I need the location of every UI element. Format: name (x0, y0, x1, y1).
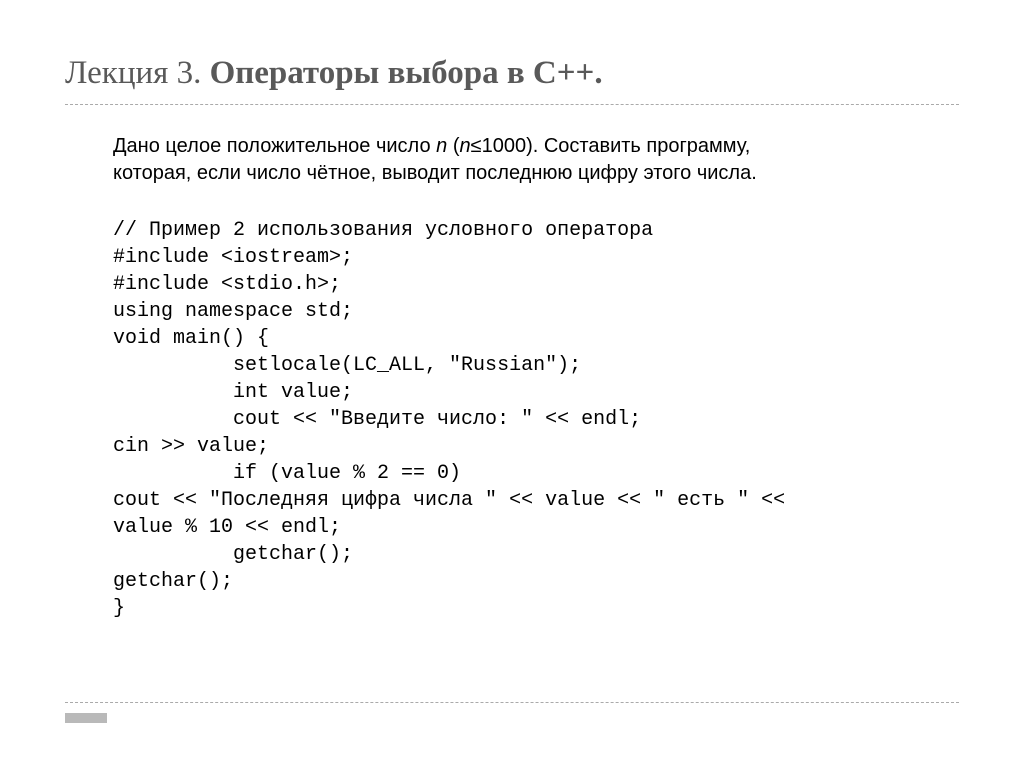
code-line-9: cin >> value; (113, 435, 269, 458)
code-block: // Пример 2 использования условного опер… (113, 217, 911, 622)
title-main: Операторы выбора в С++. (210, 55, 603, 91)
problem-text-3: ≤1000). Составить программу, (471, 135, 751, 157)
slide-title: Лекция 3. Операторы выбора в С++. (65, 55, 959, 105)
code-line-14: getchar(); (113, 570, 233, 593)
problem-statement: Дано целое положительное число n (n≤1000… (113, 133, 911, 187)
problem-text-4: которая, если число чётное, выводит посл… (113, 162, 757, 184)
code-line-13: getchar(); (113, 543, 353, 566)
problem-text-2: ( (447, 135, 459, 157)
code-line-3: #include <stdio.h>; (113, 273, 341, 296)
divider-bottom (65, 702, 959, 703)
title-prefix: Лекция 3. (65, 55, 210, 91)
code-line-11: cout << "Последняя цифра числа " << valu… (113, 489, 785, 512)
code-line-15: } (113, 597, 125, 620)
code-line-8: cout << "Введите число: " << endl; (113, 408, 641, 431)
code-line-2: #include <iostream>; (113, 246, 353, 269)
slide-content: Дано целое положительное число n (n≤1000… (65, 133, 959, 622)
code-line-4: using namespace std; (113, 300, 353, 323)
problem-var-n2: n (459, 135, 470, 157)
code-line-10: if (value % 2 == 0) (113, 462, 461, 485)
problem-text-1: Дано целое положительное число (113, 135, 436, 157)
problem-var-n1: n (436, 135, 447, 157)
code-line-5: void main() { (113, 327, 269, 350)
code-line-7: int value; (113, 381, 353, 404)
code-line-6: setlocale(LC_ALL, "Russian"); (113, 354, 581, 377)
code-line-12: value % 10 << endl; (113, 516, 341, 539)
accent-bar (65, 713, 107, 723)
code-line-1: // Пример 2 использования условного опер… (113, 219, 653, 242)
